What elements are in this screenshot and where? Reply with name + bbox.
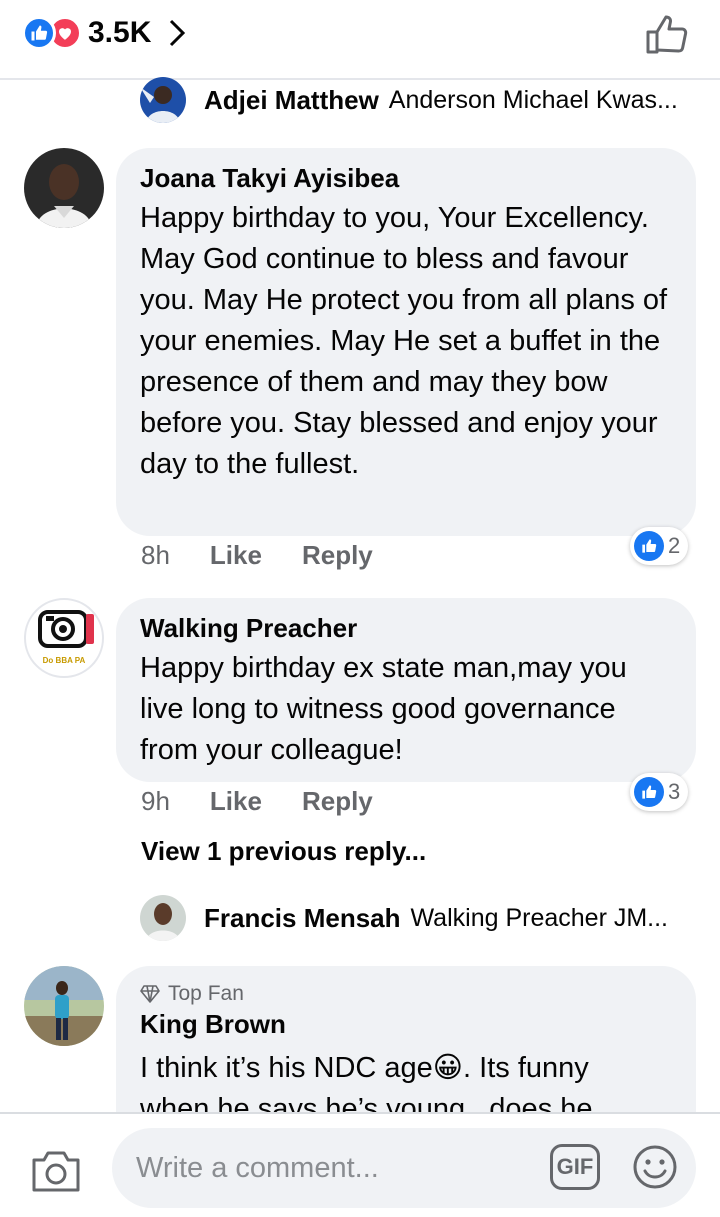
reply-comment-button[interactable]: Reply xyxy=(302,540,373,571)
comment-actions: 9h Like Reply xyxy=(141,786,413,817)
like-comment-button[interactable]: Like xyxy=(210,786,262,817)
comment-reaction-pill[interactable]: 3 xyxy=(630,773,689,811)
diamond-icon xyxy=(140,985,160,1003)
comment-text: Happy birthday ex state man,may you live… xyxy=(140,652,627,766)
gif-button[interactable]: GIF xyxy=(550,1144,600,1190)
smiley-icon xyxy=(633,1145,677,1189)
comment-timestamp[interactable]: 9h xyxy=(141,786,170,817)
comment-author[interactable]: Joana Takyi Ayisibea xyxy=(140,162,672,194)
comment-author[interactable]: Walking Preacher xyxy=(140,612,672,644)
comment-input-wrapper[interactable]: GIF xyxy=(112,1128,696,1208)
chevron-right-icon xyxy=(167,16,189,50)
comment-author[interactable]: King Brown xyxy=(140,1008,672,1040)
top-fan-badge: Top Fan xyxy=(140,980,672,1008)
avatar[interactable] xyxy=(24,148,104,228)
camera-icon xyxy=(32,1151,80,1192)
comment-bubble[interactable]: Top Fan King Brown I think it’s his NDC … xyxy=(116,966,696,1118)
reply-comment-button[interactable]: Reply xyxy=(302,786,373,817)
avatar[interactable] xyxy=(140,895,186,941)
camera-button[interactable] xyxy=(30,1146,82,1194)
view-previous-replies-link[interactable]: View 1 previous reply... xyxy=(141,836,426,867)
like-button[interactable] xyxy=(644,10,692,58)
comment-text-line: I think it’s his NDC age😀. Its funny xyxy=(140,1052,589,1084)
comment-actions: 8h Like Reply xyxy=(141,540,413,571)
reaction-summary[interactable]: 3.5K xyxy=(22,16,189,50)
top-fan-label: Top Fan xyxy=(168,982,244,1005)
comment-input[interactable] xyxy=(136,1142,536,1194)
reaction-count: 2 xyxy=(668,533,681,558)
reply-author[interactable]: Francis Mensah xyxy=(204,903,401,934)
avatar[interactable] xyxy=(24,966,104,1046)
reaction-count: 3 xyxy=(668,779,681,804)
comment-bubble[interactable]: Walking Preacher Happy birthday ex state… xyxy=(116,598,696,782)
reply-snippet: Walking Preacher JM... xyxy=(410,903,668,932)
reply-preview[interactable]: Adjei Matthew Anderson Michael Kwas... xyxy=(140,74,678,126)
comment-bubble[interactable]: Joana Takyi Ayisibea Happy birthday to y… xyxy=(116,148,696,536)
like-comment-button[interactable]: Like xyxy=(210,540,262,571)
like-reaction-icon xyxy=(22,16,56,50)
reply-preview[interactable]: Francis Mensah Walking Preacher JM... xyxy=(140,892,668,944)
reactions-header: 3.5K xyxy=(0,0,720,80)
avatar[interactable]: Do BBA PA xyxy=(24,598,104,678)
comment-text: I think it’s his NDC age😀. Its funny whe… xyxy=(140,1048,672,1118)
comment-timestamp[interactable]: 8h xyxy=(141,540,170,571)
reply-snippet: Anderson Michael Kwas... xyxy=(388,85,678,114)
like-reaction-icon xyxy=(634,531,664,561)
avatar-caption: Do BBA PA xyxy=(42,656,86,665)
thumbs-up-icon xyxy=(646,15,688,54)
reaction-count: 3.5K xyxy=(88,16,152,49)
like-reaction-icon xyxy=(634,777,664,807)
avatar[interactable] xyxy=(140,77,186,123)
comment-text: Happy birthday to you, Your Excellency. … xyxy=(140,202,668,480)
comment-composer: GIF xyxy=(0,1112,720,1217)
reply-author[interactable]: Adjei Matthew xyxy=(204,85,379,116)
comment-reaction-pill[interactable]: 2 xyxy=(630,527,689,565)
emoji-button[interactable] xyxy=(632,1144,678,1190)
